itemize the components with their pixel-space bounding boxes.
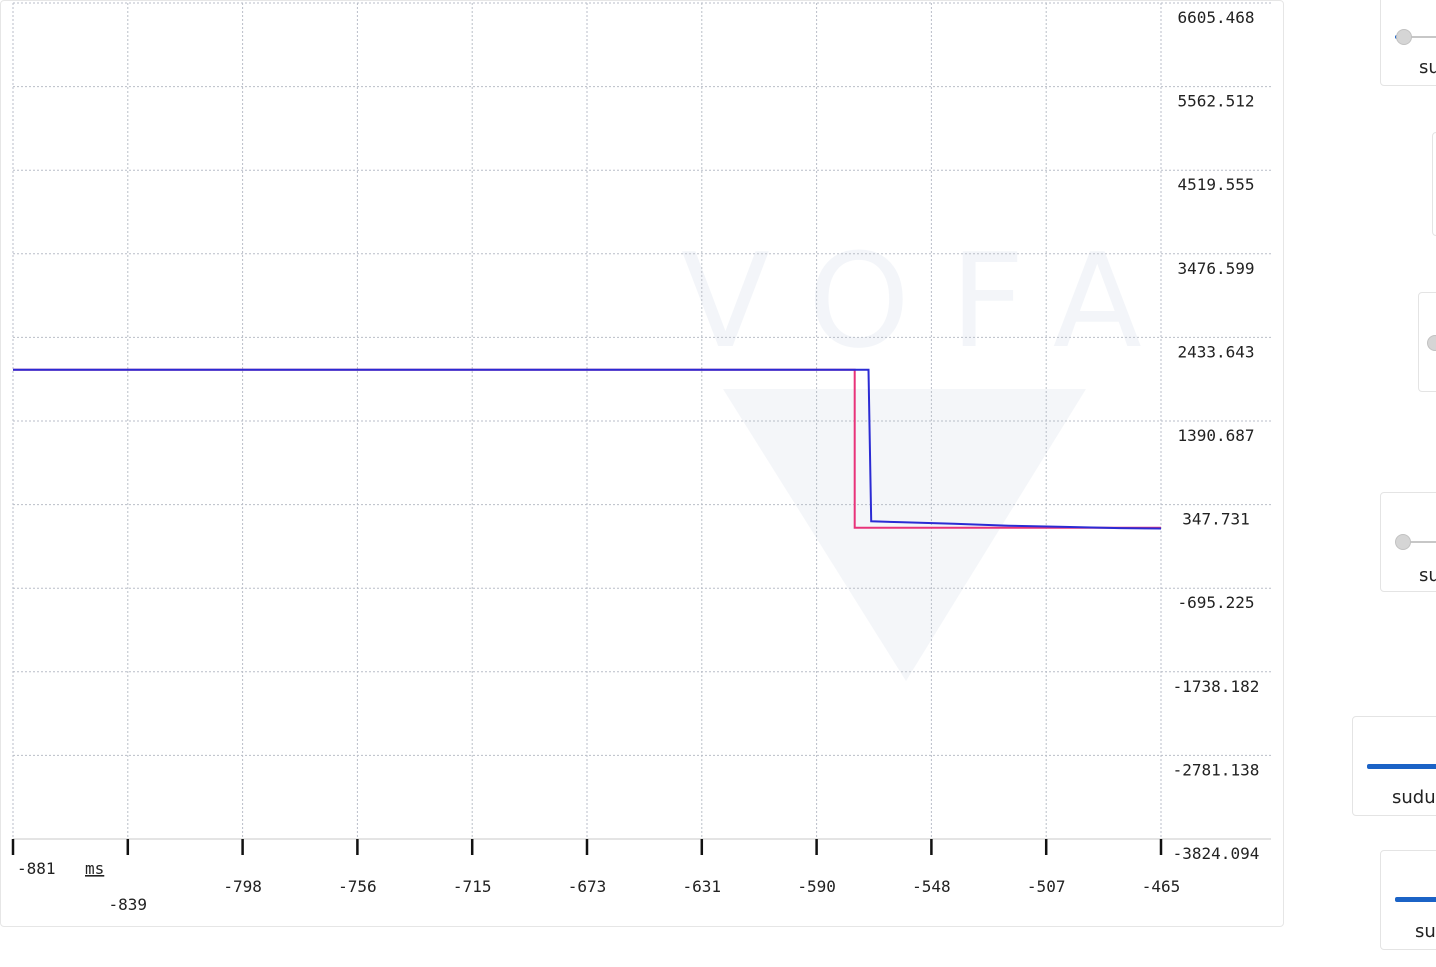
y-tick-label: 347.731: [1182, 510, 1249, 529]
y-tick-label: 2433.643: [1177, 342, 1254, 361]
x-tick-label: -798: [223, 877, 262, 896]
x-tick-label: -631: [683, 877, 722, 896]
chart-panel[interactable]: VOFA -881 -839 -798 -756 -715 -673 -631 -590 -54…: [0, 0, 1284, 927]
y-tick-label: -695.225: [1177, 593, 1254, 612]
x-tick-label: -590: [797, 877, 836, 896]
x-tick-label: -756: [338, 877, 377, 896]
x-tick-label: -839: [109, 895, 148, 914]
side-widget-1[interactable]: su: [1380, 0, 1436, 86]
y-axis: 6605.468 5562.512 4519.555 3476.599 2433.643…: [1173, 8, 1260, 863]
x-tick-label: -465: [1142, 877, 1181, 896]
series-legend-widget-2[interactable]: su: [1380, 850, 1436, 950]
slider-knob[interactable]: [1395, 29, 1412, 45]
y-tick-label: -2781.138: [1173, 760, 1260, 779]
slider-knob[interactable]: [1395, 534, 1411, 550]
y-tick-label: 4519.555: [1177, 175, 1254, 194]
y-tick-label: 1390.687: [1177, 426, 1254, 445]
series-legend-label-2: su: [1415, 921, 1436, 942]
side-label-1: su: [1419, 57, 1436, 78]
x-tick-label: -548: [912, 877, 951, 896]
x-tick-label: -881: [17, 859, 56, 878]
slider-knob[interactable]: [1427, 335, 1436, 351]
side-widget-3[interactable]: [1418, 292, 1436, 392]
series-legend-label-1: sudu: [1392, 787, 1436, 808]
y-tick-label: -3824.094: [1173, 844, 1260, 863]
side-widget-2[interactable]: [1432, 132, 1436, 236]
x-axis: -881 -839 -798 -756 -715 -673 -631 -590 -548 -507…: [11, 838, 1271, 914]
x-tick-label: -673: [568, 877, 607, 896]
y-tick-label: 6605.468: [1177, 8, 1254, 27]
plot-area[interactable]: VOFA -881-839-798 -756 -715 -673 -631 -590 -54…: [1, 1, 1285, 928]
watermark-logo-icon: [723, 389, 1086, 681]
y-tick-label: 3476.599: [1177, 259, 1254, 278]
x-tick-label: -507: [1027, 877, 1066, 896]
y-tick-label: 5562.512: [1177, 92, 1254, 111]
grid: [12, 2, 1271, 840]
x-axis-unit-label: ms: [85, 859, 104, 878]
y-tick-label: -1738.182: [1173, 677, 1260, 696]
series-line-sample: [1395, 897, 1436, 902]
series-legend-widget-1[interactable]: sudu: [1352, 716, 1436, 816]
side-widget-4[interactable]: su: [1380, 492, 1436, 592]
side-label-2: su: [1419, 565, 1436, 586]
series-line-sample: [1367, 764, 1436, 769]
x-tick-label: -715: [453, 877, 492, 896]
